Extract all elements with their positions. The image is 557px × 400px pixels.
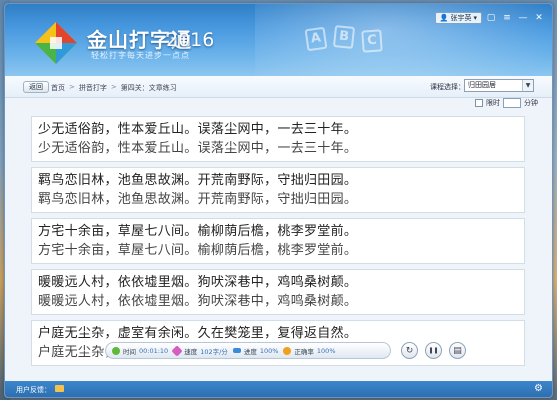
- decor-letter-b: B: [332, 25, 356, 49]
- app-window: 金山打字通 2016 轻松打字每天进步一点点 A B C 👤 张宇英 ▾ ▢ ≡…: [4, 3, 553, 398]
- stat-time: 时间 00:01:10: [112, 346, 168, 356]
- app-year: 2016: [166, 29, 215, 51]
- typed-line[interactable]: 羁鸟恋旧林，池鱼思故渊。开荒南野际，守拙归田园。: [38, 190, 518, 209]
- time-limit-input[interactable]: [503, 98, 521, 108]
- time-limit-row: 限时 分钟: [475, 98, 538, 108]
- article-select-label: 课程选择：: [430, 83, 465, 91]
- close-button[interactable]: ✕: [532, 12, 546, 24]
- report-icon: ▤: [453, 345, 462, 356]
- breadcrumb: 首页 > 拼音打字 > 第四关：文章练习: [51, 83, 177, 93]
- source-line: 方宅十余亩，草屋七八间。榆柳荫后檐，桃李罗堂前。: [38, 224, 358, 239]
- user-icon: 👤: [439, 14, 449, 22]
- stat-progress: 进度 100%: [232, 346, 279, 356]
- menu-button[interactable]: ≡: [500, 12, 514, 24]
- pause-icon: ❚❚: [428, 347, 439, 354]
- source-line: 暖暖远人村，依依墟里烟。狗吠深巷中，鸡鸣桑树颠。: [38, 275, 358, 290]
- time-limit-checkbox[interactable]: [475, 99, 483, 107]
- text-group: 方宅十余亩，草屋七八间。榆柳荫后檐，桃李罗堂前。 方宅十余亩，草屋七八间。榆柳荫…: [31, 218, 525, 264]
- clock-icon: [112, 346, 120, 355]
- stats-bar: 时间 00:01:10 速度 102字/分 进度 100% 正确率 100%: [105, 342, 391, 359]
- stat-speed: 速度 102字/分: [171, 344, 228, 357]
- restart-icon: ↻: [405, 345, 414, 356]
- accuracy-icon: [283, 346, 292, 355]
- decor-letter-a: A: [304, 26, 328, 52]
- speed-icon: [171, 344, 183, 357]
- back-button[interactable]: 返回: [23, 81, 49, 93]
- app-logo-icon: [35, 22, 77, 64]
- text-group: 少无适俗韵，性本爱丘山。误落尘网中，一去三十年。 少无适俗韵，性本爱丘山。误落尘…: [31, 116, 525, 162]
- time-limit-unit: 分钟: [524, 99, 538, 107]
- typing-practice-area: 少无适俗韵，性本爱丘山。误落尘网中，一去三十年。 少无适俗韵，性本爱丘山。误落尘…: [31, 116, 525, 371]
- text-group: 暖暖远人村，依依墟里烟。狗吠深巷中，鸡鸣桑树颠。 暖暖远人村，依依墟里烟。狗吠深…: [31, 269, 525, 315]
- stat-accuracy-label: 正确率: [294, 347, 314, 356]
- stat-time-value: 00:01:10: [139, 346, 169, 355]
- titlebar-controls: 👤 张宇英 ▾ ▢ ≡ — ✕: [434, 12, 546, 24]
- app-slogan: 轻松打字每天进步一点点: [91, 51, 190, 60]
- chevron-down-icon: ▾: [473, 14, 477, 22]
- user-name: 张宇英: [450, 14, 472, 22]
- breadcrumb-separator: >: [110, 83, 117, 91]
- stat-time-label: 时间: [123, 347, 136, 356]
- breadcrumb-home[interactable]: 首页: [51, 83, 65, 93]
- report-button[interactable]: ▤: [449, 342, 466, 359]
- folder-icon[interactable]: [55, 385, 64, 392]
- source-line: 户庭无尘杂，虚室有余闲。久在樊笼里，复得返自然。: [38, 326, 358, 341]
- skin-button[interactable]: ▢: [484, 12, 498, 24]
- minimize-button[interactable]: —: [516, 12, 530, 24]
- typed-line[interactable]: 暖暖远人村，依依墟里烟。狗吠深巷中，鸡鸣桑树颠。: [38, 292, 518, 311]
- stat-accuracy-value: 100%: [316, 346, 336, 355]
- stat-progress-value: 100%: [259, 346, 279, 355]
- stat-progress-label: 进度: [243, 347, 257, 356]
- breadcrumb-pinyin[interactable]: 拼音打字: [79, 83, 107, 93]
- breadcrumb-current: 第四关：文章练习: [120, 84, 177, 92]
- text-group: 羁鸟恋旧林，池鱼思故渊。开荒南野际，守拙归田园。 羁鸟恋旧林，池鱼思故渊。开荒南…: [31, 167, 525, 213]
- pause-button[interactable]: ❚❚: [425, 342, 442, 359]
- source-line: 羁鸟恋旧林，池鱼思故渊。开荒南野际，守拙归田园。: [38, 173, 358, 188]
- restart-button[interactable]: ↻: [401, 342, 418, 359]
- header-banner: 金山打字通 2016 轻松打字每天进步一点点 A B C 👤 张宇英 ▾ ▢ ≡…: [5, 4, 552, 114]
- stat-speed-value: 102字/分: [200, 347, 228, 356]
- progress-icon: [232, 348, 241, 353]
- navigation-bar: 返回 首页 > 拼音打字 > 第四关：文章练习 课程选择： 归田园居 ▼: [5, 76, 552, 98]
- stat-speed-label: 速度: [184, 347, 198, 356]
- source-line: 少无适俗韵，性本爱丘山。误落尘网中，一去三十年。: [38, 122, 358, 137]
- chevron-down-icon: ▼: [522, 80, 533, 91]
- breadcrumb-separator: >: [69, 83, 75, 91]
- typed-line[interactable]: 少无适俗韵，性本爱丘山。误落尘网中，一去三十年。: [38, 139, 518, 158]
- user-account-button[interactable]: 👤 张宇英 ▾: [434, 12, 482, 24]
- decor-letter-c: C: [361, 29, 383, 53]
- article-select-value: 归田园居: [468, 81, 496, 89]
- time-limit-label: 限时: [486, 99, 500, 107]
- article-select[interactable]: 归田园居 ▼: [464, 79, 534, 92]
- feedback-label: 用户反馈：: [16, 386, 51, 394]
- typed-line[interactable]: 方宅十余亩，草屋七八间。榆柳荫后檐，桃李罗堂前。: [38, 241, 518, 260]
- stat-accuracy: 正确率 100%: [283, 346, 336, 356]
- bottom-bar: 用户反馈： ⚙: [5, 381, 552, 397]
- gear-icon[interactable]: ⚙: [534, 383, 543, 394]
